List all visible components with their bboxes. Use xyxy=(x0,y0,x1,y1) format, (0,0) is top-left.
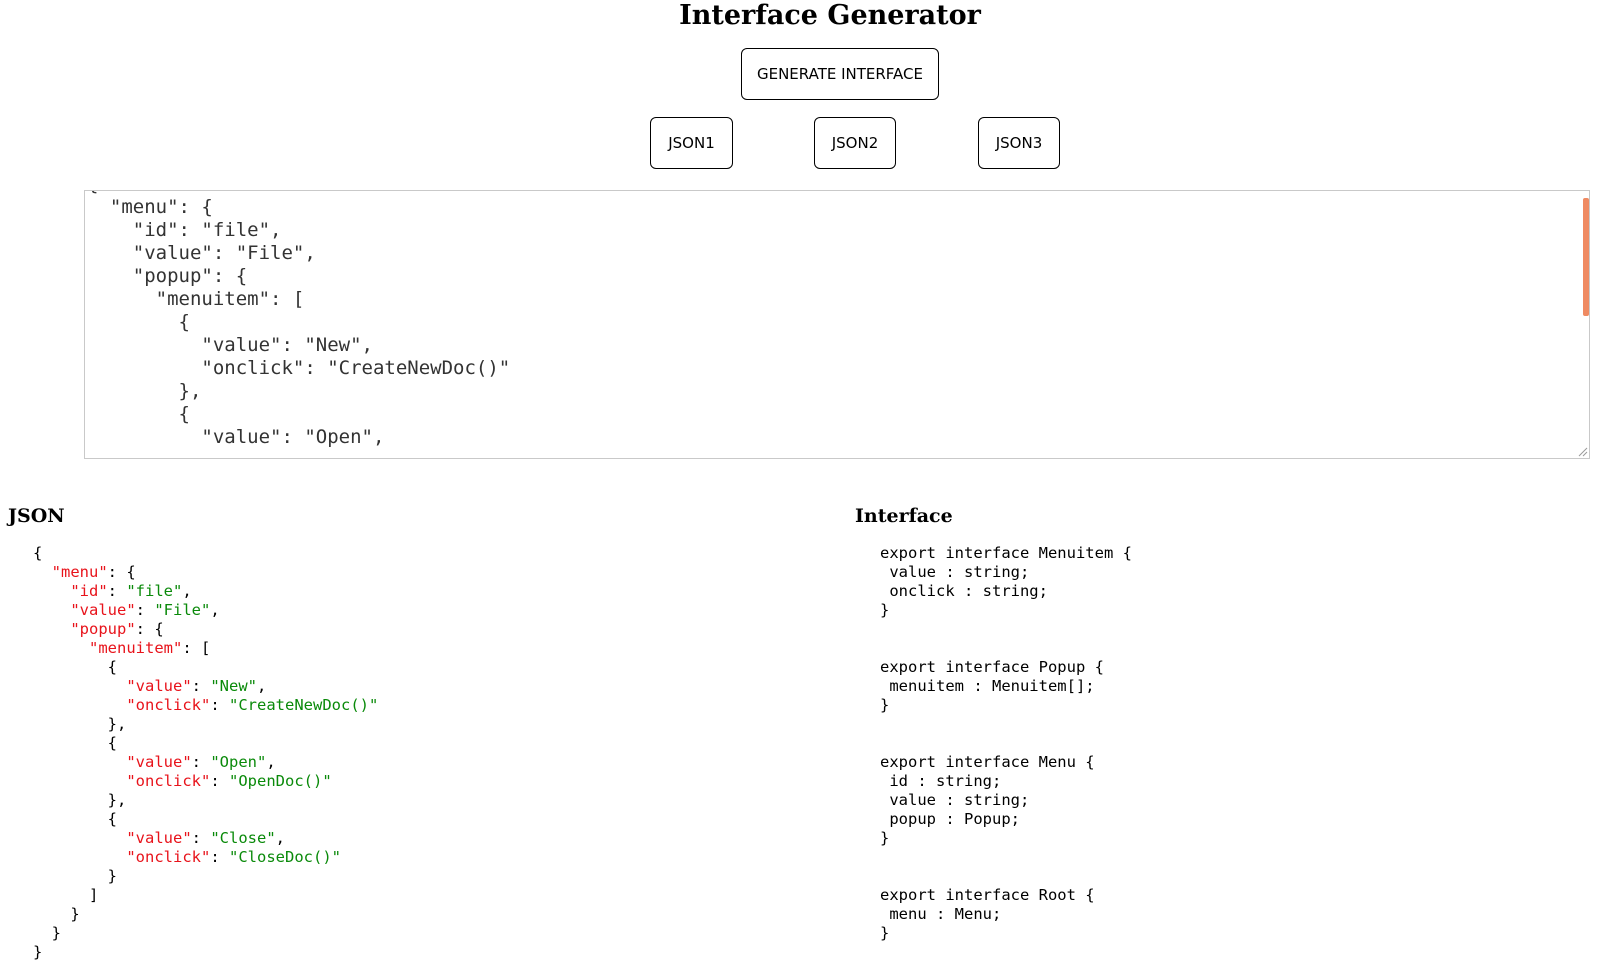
json-punctuation: } xyxy=(33,924,61,942)
json-punctuation: , xyxy=(266,753,276,771)
generate-interface-button[interactable]: GENERATE INTERFACE xyxy=(741,48,939,100)
json-key: "value" xyxy=(126,677,192,695)
json-output-view: { "menu": { "id": "file", "value": "File… xyxy=(33,544,378,962)
json-punctuation: , xyxy=(257,677,267,695)
json-string-value: "CloseDoc()" xyxy=(229,848,341,866)
json-punctuation xyxy=(33,696,126,714)
page: Interface Generator GENERATE INTERFACE J… xyxy=(0,0,1598,969)
json-input-textarea[interactable]: { "menu": { "id": "file", "value": "File… xyxy=(84,190,1590,459)
json1-button[interactable]: JSON1 xyxy=(650,117,733,169)
json-input-text[interactable]: { "menu": { "id": "file", "value": "File… xyxy=(87,191,510,449)
json-punctuation: : xyxy=(107,582,127,600)
json-punctuation: { xyxy=(33,810,117,828)
json-punctuation xyxy=(33,563,52,581)
json-punctuation: } xyxy=(33,905,80,923)
interface-section-heading: Interface xyxy=(855,505,953,527)
json-key: "menuitem" xyxy=(89,639,183,657)
json-punctuation: }, xyxy=(33,715,127,733)
json-key: "value" xyxy=(70,601,136,619)
page-title: Interface Generator xyxy=(679,0,981,31)
json-punctuation: , xyxy=(210,601,220,619)
json-punctuation: , xyxy=(182,582,192,600)
json-string-value: "OpenDoc()" xyxy=(229,772,332,790)
json-punctuation xyxy=(33,601,70,619)
json-punctuation: : xyxy=(210,696,229,714)
json-key: "menu" xyxy=(51,563,108,581)
json-punctuation xyxy=(33,753,126,771)
json-punctuation: } xyxy=(33,943,43,961)
json-punctuation: , xyxy=(275,829,285,847)
json-punctuation xyxy=(33,639,89,657)
json-punctuation xyxy=(33,829,126,847)
json-string-value: "file" xyxy=(126,582,183,600)
json-string-value: "Open" xyxy=(210,753,267,771)
json-punctuation xyxy=(33,620,70,638)
json-key: "popup" xyxy=(70,620,136,638)
json-punctuation: : [ xyxy=(182,639,211,657)
json-punctuation: : xyxy=(191,753,211,771)
json-punctuation xyxy=(33,582,70,600)
json-key: "onclick" xyxy=(126,696,211,714)
json-punctuation: : { xyxy=(135,620,164,638)
json-punctuation: : xyxy=(135,601,155,619)
json-string-value: "New" xyxy=(210,677,257,695)
json-key: "onclick" xyxy=(126,772,211,790)
json-punctuation: { xyxy=(33,658,117,676)
json-string-value: "File" xyxy=(154,601,211,619)
json-punctuation: : { xyxy=(107,563,136,581)
json-punctuation: }, xyxy=(33,791,127,809)
json-punctuation: : xyxy=(210,848,229,866)
json-punctuation: : xyxy=(191,829,211,847)
json-punctuation: ] xyxy=(33,886,99,904)
json-punctuation xyxy=(33,677,126,695)
json-key: "onclick" xyxy=(126,848,211,866)
json-string-value: "CreateNewDoc()" xyxy=(229,696,379,714)
json-punctuation: { xyxy=(33,734,117,752)
json-key: "value" xyxy=(126,829,192,847)
json2-button[interactable]: JSON2 xyxy=(814,117,896,169)
json-key: "id" xyxy=(70,582,108,600)
resize-grip-icon[interactable] xyxy=(1576,445,1588,457)
json-string-value: "Close" xyxy=(210,829,276,847)
interface-output-view: export interface Menuitem { value : stri… xyxy=(880,544,1132,942)
json3-button[interactable]: JSON3 xyxy=(978,117,1060,169)
json-punctuation: { xyxy=(33,544,43,562)
json-key: "value" xyxy=(126,753,192,771)
json-punctuation xyxy=(33,848,126,866)
json-section-heading: JSON xyxy=(8,505,65,527)
json-punctuation: : xyxy=(210,772,229,790)
json-punctuation: : xyxy=(191,677,211,695)
editor-scrollbar-thumb[interactable] xyxy=(1583,198,1589,316)
json-punctuation: } xyxy=(33,867,117,885)
json-punctuation xyxy=(33,772,126,790)
